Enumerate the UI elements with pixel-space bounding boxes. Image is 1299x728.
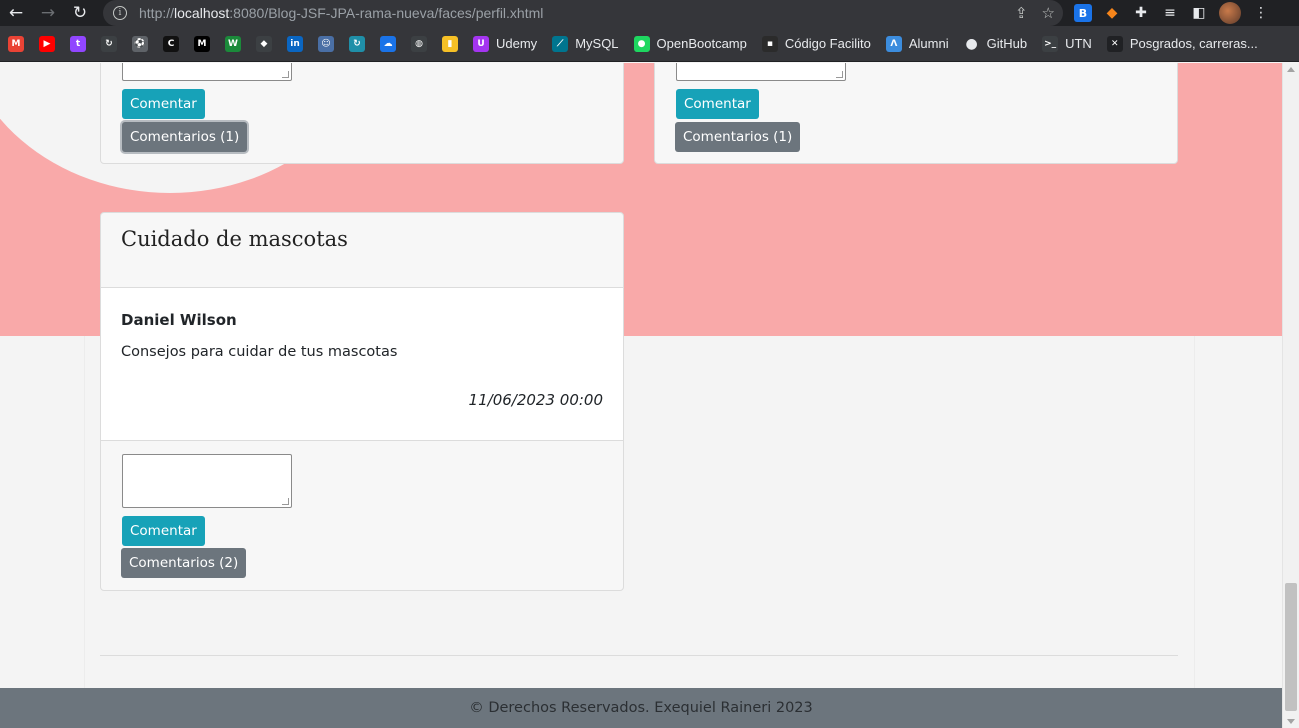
mysql-icon: ⟋ bbox=[552, 35, 569, 52]
coder-icon: C bbox=[163, 35, 179, 52]
bookmarks-bar: M ▶ t ↻ ⚽ C M W ◆ in ☺ ↻ ☁ ◍ ▮ U Udemy ⟋ MySQL ● OpenBootcam… bbox=[0, 26, 1299, 62]
site-info-icon[interactable]: i bbox=[113, 6, 127, 20]
profile-icon: ☺ bbox=[318, 35, 334, 52]
reload-icon[interactable]: ↻ bbox=[64, 0, 96, 26]
card-header: Cuidado de mascotas bbox=[101, 213, 623, 287]
bookmark-item[interactable]: ✕ Posgrados, carreras... bbox=[1106, 26, 1258, 62]
bookmark-item[interactable]: ⟋ MySQL bbox=[552, 26, 619, 62]
scroll-down-arrow-icon[interactable] bbox=[1287, 719, 1295, 724]
bookmark-label: OpenBootcamp bbox=[656, 36, 747, 51]
scroll-up-arrow-icon[interactable] bbox=[1287, 67, 1295, 72]
comment-button[interactable]: Comentar bbox=[122, 89, 205, 119]
post-card-pets: Cuidado de mascotas Daniel Wilson Consej… bbox=[100, 212, 624, 591]
bookmark-item[interactable]: M bbox=[194, 26, 210, 62]
bookmark-item[interactable]: >_ UTN bbox=[1042, 26, 1092, 62]
bookmark-item[interactable]: t bbox=[70, 26, 86, 62]
post-title: Cuidado de mascotas bbox=[121, 227, 348, 251]
cloud-icon: ☁ bbox=[380, 35, 396, 52]
bookmark-item[interactable]: ◆ bbox=[256, 26, 272, 62]
twitch-icon: t bbox=[70, 35, 86, 52]
comment-textarea[interactable] bbox=[676, 63, 846, 81]
forward-icon[interactable]: → bbox=[32, 0, 64, 26]
menu-kebab-icon[interactable]: ⋮ bbox=[1252, 4, 1270, 22]
profile-avatar[interactable] bbox=[1219, 2, 1241, 24]
url-text[interactable]: http://localhost:8080/Blog-JSF-JPA-rama-… bbox=[139, 5, 543, 21]
bookmark-item[interactable]: M bbox=[8, 26, 24, 62]
posgrados-icon: ✕ bbox=[1106, 35, 1123, 52]
post-date: 11/06/2023 00:00 bbox=[468, 391, 603, 409]
note-icon: ▮ bbox=[442, 35, 458, 52]
bookmark-item[interactable]: ● GitHub bbox=[964, 26, 1028, 62]
bookmark-item[interactable]: ● OpenBootcamp bbox=[633, 26, 747, 62]
post-card: Comentar Comentarios (1) bbox=[100, 63, 624, 164]
bookmark-item[interactable]: U Udemy bbox=[473, 26, 537, 62]
card-footer: Comentar Comentarios (2) bbox=[101, 441, 623, 591]
bookmark-label: Código Facilito bbox=[784, 36, 871, 51]
globe-icon: ◍ bbox=[411, 35, 427, 52]
bookmark-item[interactable]: ▪ Código Facilito bbox=[761, 26, 871, 62]
footer-text: © Derechos Reservados. Exequiel Raineri … bbox=[469, 700, 813, 716]
github-icon: ● bbox=[965, 35, 978, 52]
post-content: Consejos para cuidar de tus mascotas bbox=[121, 344, 398, 360]
comment-button[interactable]: Comentar bbox=[122, 516, 205, 546]
openbootcamp-icon: ● bbox=[633, 35, 650, 52]
bookmark-item[interactable]: ▶ bbox=[39, 26, 55, 62]
browser-toolbar: ← → ↻ i http://localhost:8080/Blog-JSF-J… bbox=[0, 0, 1299, 26]
comments-toggle-button[interactable]: Comentarios (1) bbox=[122, 122, 248, 152]
side-panel-icon[interactable]: ◧ bbox=[1190, 4, 1208, 22]
bookmark-label: Alumni bbox=[908, 36, 949, 51]
bookmark-item[interactable]: ↻ bbox=[101, 26, 117, 62]
w-icon: W bbox=[225, 35, 241, 52]
bookmark-item[interactable]: Λ Alumni bbox=[885, 26, 949, 62]
soccer-icon: ⚽ bbox=[132, 35, 148, 52]
bookmark-label: MySQL bbox=[575, 36, 619, 51]
extensions-puzzle-icon[interactable]: ✚ bbox=[1132, 4, 1150, 22]
ethereum-icon: ◆ bbox=[256, 35, 272, 52]
comments-toggle-button[interactable]: Comentarios (2) bbox=[121, 548, 247, 578]
medium-icon: M bbox=[194, 35, 210, 52]
bookmark-label: UTN bbox=[1065, 36, 1092, 51]
bookmark-star-icon[interactable]: ☆ bbox=[1042, 4, 1055, 22]
comments-toggle-button[interactable]: Comentarios (1) bbox=[675, 122, 801, 152]
post-author: Daniel Wilson bbox=[121, 311, 237, 329]
bookmark-item[interactable]: ▮ bbox=[442, 26, 458, 62]
scroll-thumb[interactable] bbox=[1285, 583, 1297, 711]
back-icon[interactable]: ← bbox=[0, 0, 32, 26]
share-icon[interactable]: ⇪ bbox=[1015, 4, 1028, 22]
vertical-scrollbar[interactable] bbox=[1282, 63, 1299, 728]
codigofacilito-icon: ▪ bbox=[761, 35, 778, 52]
media-control-icon[interactable]: ≡ bbox=[1161, 4, 1179, 22]
footer-divider bbox=[100, 655, 1178, 656]
bookmark-label: GitHub bbox=[986, 36, 1028, 51]
sync-icon: ↻ bbox=[349, 35, 365, 52]
comment-button[interactable]: Comentar bbox=[676, 89, 759, 119]
card-body: Daniel Wilson Consejos para cuidar de tu… bbox=[101, 287, 623, 441]
bookmark-item[interactable]: W bbox=[225, 26, 241, 62]
sync-icon: ↻ bbox=[101, 35, 117, 52]
bookmark-label: Posgrados, carreras... bbox=[1129, 36, 1258, 51]
post-card: Comentar Comentarios (1) bbox=[654, 63, 1178, 164]
bookmark-item[interactable]: ↻ bbox=[349, 26, 365, 62]
metamask-extension-icon[interactable]: ◆ bbox=[1103, 4, 1121, 22]
bookmark-item[interactable]: C bbox=[163, 26, 179, 62]
bookmark-item[interactable]: ◍ bbox=[411, 26, 427, 62]
udemy-icon: U bbox=[473, 35, 489, 52]
bookmark-label: Udemy bbox=[496, 36, 538, 51]
terminal-icon: >_ bbox=[1042, 35, 1059, 52]
alumni-icon: Λ bbox=[885, 35, 902, 52]
comment-textarea[interactable] bbox=[122, 454, 292, 508]
youtube-icon: ▶ bbox=[39, 35, 55, 52]
gmail-icon: M bbox=[8, 35, 24, 52]
linkedin-icon: in bbox=[287, 35, 303, 52]
bookmark-item[interactable]: ☁ bbox=[380, 26, 396, 62]
address-bar[interactable]: i http://localhost:8080/Blog-JSF-JPA-ram… bbox=[103, 0, 1063, 26]
bitwarden-extension-icon[interactable]: B bbox=[1074, 4, 1092, 22]
page-viewport: Comentar Comentarios (1) Comentar Coment… bbox=[0, 63, 1282, 728]
bookmark-item[interactable]: ☺ bbox=[318, 26, 334, 62]
comment-textarea[interactable] bbox=[122, 63, 292, 81]
bookmark-item[interactable]: in bbox=[287, 26, 303, 62]
bookmark-item[interactable]: ⚽ bbox=[132, 26, 148, 62]
page-footer: © Derechos Reservados. Exequiel Raineri … bbox=[0, 688, 1282, 728]
